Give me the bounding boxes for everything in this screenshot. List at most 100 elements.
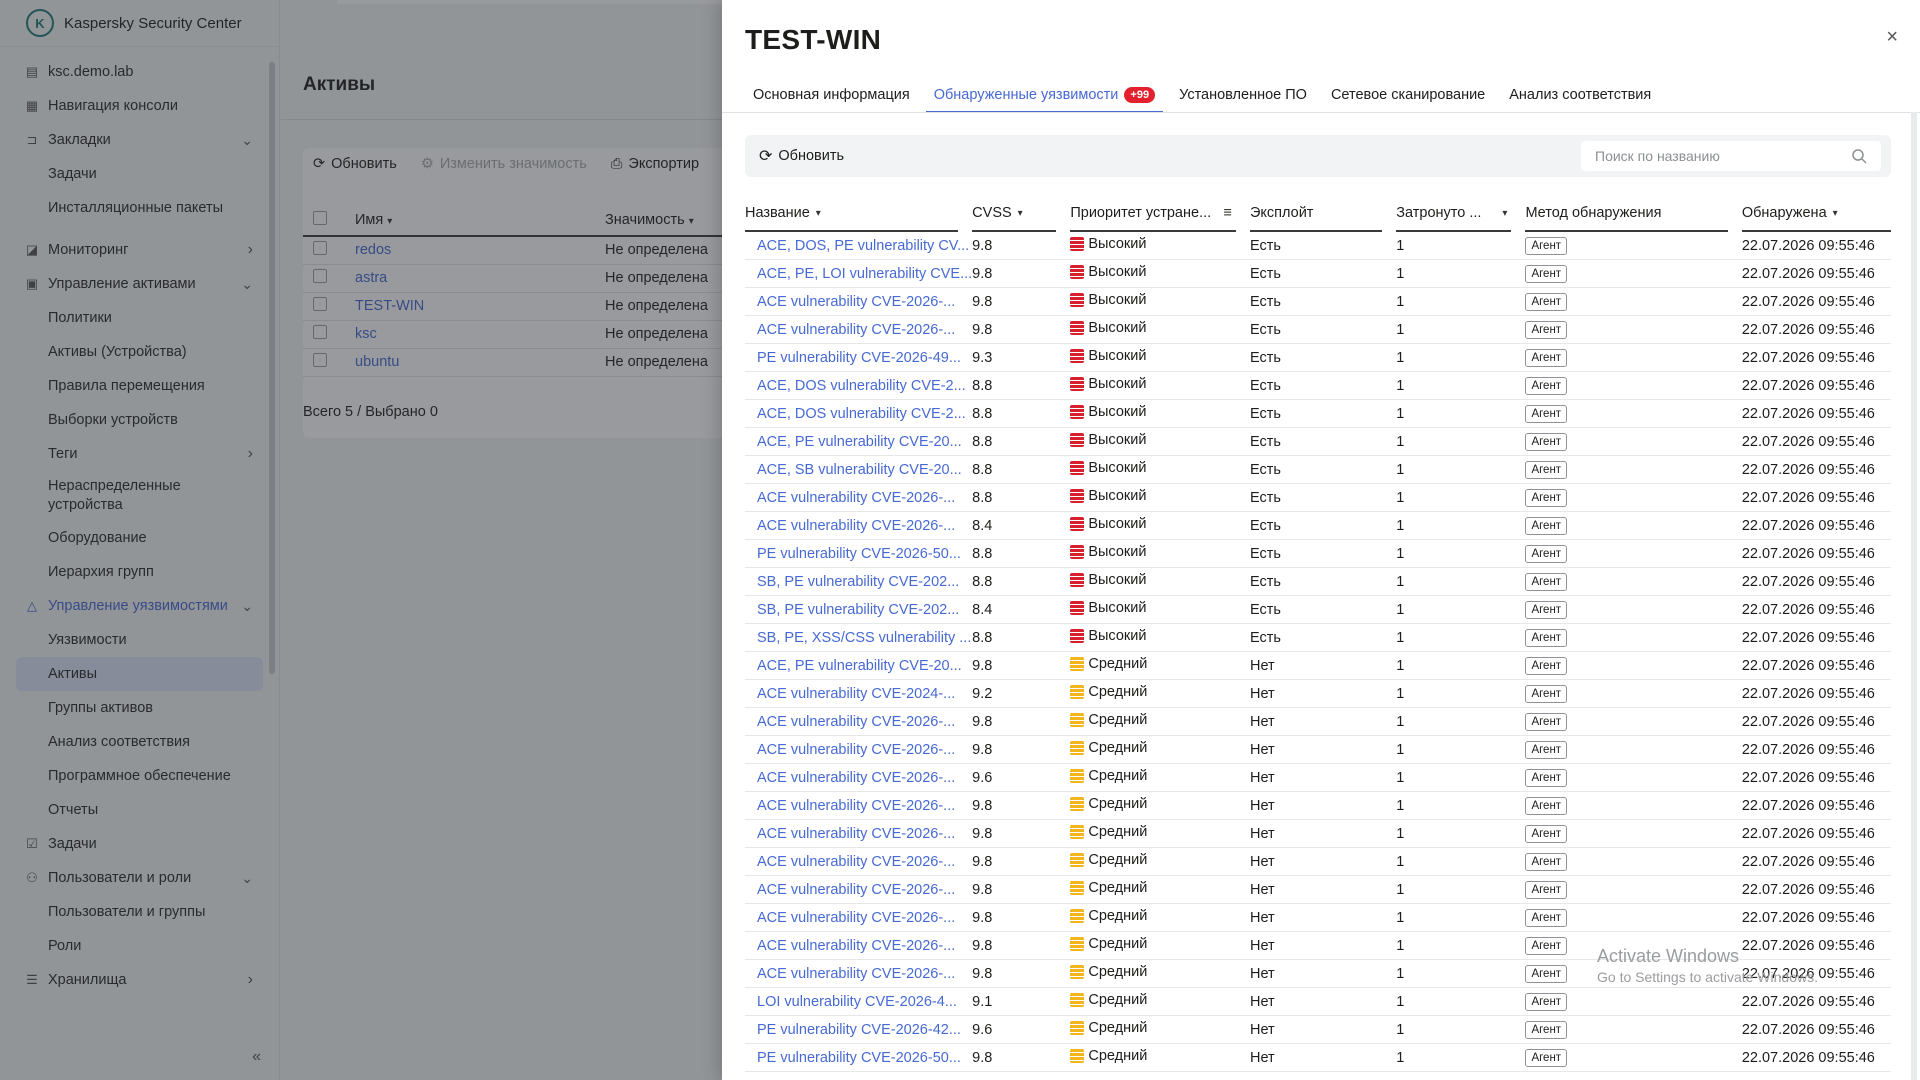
priority-cell: Средний — [1070, 820, 1250, 848]
column-exploit[interactable]: Эксплойт — [1249, 196, 1396, 232]
table-row[interactable]: ACE, PE, LOI vulnerability CVE... 9.8 Высо… — [745, 260, 1891, 288]
column-title[interactable]: Название ▾ — [745, 196, 972, 232]
tab-2[interactable]: Установленное ПО — [1171, 78, 1315, 112]
column-detected[interactable]: Обнаружена ▾ — [1741, 196, 1891, 232]
table-row[interactable]: ACE, PE vulnerability CVE-20... 8.8 Высоки… — [745, 428, 1891, 456]
search-input[interactable] — [1581, 141, 1881, 171]
column-method[interactable]: Метод обнаружения — [1525, 196, 1741, 232]
method-cell: Агент — [1525, 624, 1742, 652]
vulnerability-link[interactable]: ACE, PE vulnerability CVE-20... — [757, 658, 962, 674]
table-row[interactable]: ACE, DOS vulnerability CVE-2... 8.8 Высоки… — [745, 400, 1891, 428]
priority-cell: Высокий — [1070, 624, 1250, 652]
refresh-vulnerabilities-button[interactable]: ⟳ Обновить — [759, 135, 844, 177]
vulnerability-link[interactable]: SB, PE vulnerability CVE-202... — [757, 602, 959, 618]
vulnerability-link[interactable]: PE vulnerability CVE-2026-49... — [757, 350, 961, 366]
table-row[interactable]: SB, PE, XSS/CSS vulnerability ... 8.8 Высо… — [745, 624, 1891, 652]
vulnerability-name-cell: ACE vulnerability CVE-2026-... — [745, 904, 973, 932]
detection-method-tag: Агент — [1525, 712, 1568, 731]
table-row[interactable]: ACE, DOS, PE vulnerability CV... 9.8 Высок… — [745, 232, 1891, 260]
tab-3[interactable]: Сетевое сканирование — [1323, 78, 1493, 112]
vulnerability-count-badge: +99 — [1124, 87, 1156, 103]
table-row[interactable]: ACE vulnerability CVE-2026-... 8.8 Высокий… — [745, 484, 1891, 512]
vulnerability-link[interactable]: ACE vulnerability CVE-2026-... — [757, 322, 955, 338]
priority-cell: Высокий — [1070, 484, 1250, 512]
table-row[interactable]: PE vulnerability CVE-2026-49... 9.3 Высоки… — [745, 344, 1891, 372]
vulnerability-link[interactable]: SB, PE vulnerability CVE-202... — [757, 574, 959, 590]
table-row[interactable]: ACE vulnerability CVE-2026-... 9.8 Высокий… — [745, 316, 1891, 344]
cvss-cell: 9.8 — [972, 652, 1071, 680]
method-cell: Агент — [1525, 876, 1742, 904]
vulnerability-link[interactable]: PE vulnerability CVE-2026-42... — [757, 1022, 961, 1038]
table-row[interactable]: ACE vulnerability CVE-2026-... 9.8 Средний… — [745, 820, 1891, 848]
vulnerability-link[interactable]: ACE, DOS, PE vulnerability CV... — [757, 238, 969, 254]
table-row[interactable]: LOI vulnerability CVE-2026-4... 9.1 Средни… — [745, 988, 1891, 1016]
vulnerability-link[interactable]: ACE, PE vulnerability CVE-20... — [757, 434, 962, 450]
table-row[interactable]: ACE vulnerability CVE-2026-... 9.8 Средний… — [745, 932, 1891, 960]
priority-level-icon — [1070, 937, 1085, 951]
table-row[interactable]: ACE vulnerability CVE-2026-... 9.8 Средний… — [745, 708, 1891, 736]
table-row[interactable]: ACE, DOS vulnerability CVE-2... 8.8 Высоки… — [745, 372, 1891, 400]
table-row[interactable]: ACE vulnerability CVE-2026-... 9.8 Средний… — [745, 960, 1891, 988]
vulnerability-link[interactable]: SB, PE, XSS/CSS vulnerability ... — [757, 630, 971, 646]
vulnerability-link[interactable]: PE vulnerability CVE-2026-50... — [757, 546, 961, 562]
column-priority[interactable]: Приоритет устране... ≡ — [1070, 196, 1250, 232]
detection-method-tag: Агент — [1525, 824, 1568, 843]
tab-1[interactable]: Обнаруженные уязвимости +99 — [925, 78, 1164, 113]
table-row[interactable]: ACE vulnerability CVE-2026-... 9.8 Средний… — [745, 848, 1891, 876]
table-row[interactable]: ACE vulnerability CVE-2026-... 9.8 Средний… — [745, 792, 1891, 820]
table-row[interactable]: ACE vulnerability CVE-2026-... 9.6 Средний… — [745, 764, 1891, 792]
vulnerability-name-cell: PE vulnerability CVE-2026-42... — [745, 1016, 973, 1044]
table-row[interactable]: SB, PE vulnerability CVE-202... 8.4 Высоки… — [745, 596, 1891, 624]
table-row[interactable]: ACE vulnerability CVE-2026-... 9.8 Высокий… — [745, 288, 1891, 316]
priority-label: Средний — [1088, 796, 1148, 812]
vulnerability-link[interactable]: ACE, PE, LOI vulnerability CVE... — [757, 266, 972, 282]
table-row[interactable]: PE vulnerability CVE-2026-50... 9.8 Средни… — [745, 1044, 1891, 1072]
vulnerability-link[interactable]: ACE vulnerability CVE-2024-... — [757, 686, 955, 702]
vulnerability-name-cell: PE vulnerability CVE-2026-49... — [745, 344, 973, 372]
column-affected[interactable]: Затронуто ... ▾ — [1396, 196, 1525, 232]
priority-indicator: Средний — [1070, 740, 1147, 756]
vulnerability-link[interactable]: ACE vulnerability CVE-2026-... — [757, 490, 955, 506]
vulnerability-link[interactable]: ACE vulnerability CVE-2026-... — [757, 882, 955, 898]
vulnerability-link[interactable]: ACE vulnerability CVE-2026-... — [757, 742, 955, 758]
vulnerability-link[interactable]: ACE vulnerability CVE-2026-... — [757, 854, 955, 870]
vulnerability-link[interactable]: ACE, SB vulnerability CVE-20... — [757, 462, 962, 478]
vulnerability-link[interactable]: LOI vulnerability CVE-2026-4... — [757, 994, 957, 1010]
priority-indicator: Высокий — [1070, 600, 1146, 616]
table-row[interactable]: ACE, PE vulnerability CVE-20... 9.8 Средни… — [745, 652, 1891, 680]
table-row[interactable]: ACE vulnerability CVE-2026-... 9.8 Средний… — [745, 904, 1891, 932]
vulnerability-link[interactable]: ACE vulnerability CVE-2026-... — [757, 966, 955, 982]
table-row[interactable]: PE vulnerability CVE-2026-50... 8.8 Высоки… — [745, 540, 1891, 568]
exploit-cell: Есть — [1249, 540, 1397, 568]
table-row[interactable]: SB, PE vulnerability CVE-202... 8.8 Высоки… — [745, 568, 1891, 596]
vulnerability-name-cell: ACE vulnerability CVE-2026-... — [745, 316, 973, 344]
modal-overlay[interactable] — [0, 0, 722, 1080]
vulnerability-link[interactable]: ACE, DOS vulnerability CVE-2... — [757, 378, 966, 394]
drawer-scrollbar[interactable] — [1911, 112, 1917, 1080]
vulnerability-link[interactable]: ACE vulnerability CVE-2026-... — [757, 910, 955, 926]
vulnerability-link[interactable]: ACE, DOS vulnerability CVE-2... — [757, 406, 966, 422]
tab-0[interactable]: Основная информация — [745, 78, 918, 112]
vulnerability-link[interactable]: ACE vulnerability CVE-2026-... — [757, 714, 955, 730]
column-cvss[interactable]: CVSS ▾ — [972, 196, 1070, 232]
vulnerability-link[interactable]: ACE vulnerability CVE-2026-... — [757, 798, 955, 814]
vulnerability-link[interactable]: ACE vulnerability CVE-2026-... — [757, 518, 955, 534]
vulnerability-link[interactable]: PE vulnerability CVE-2026-50... — [757, 1050, 961, 1066]
table-row[interactable]: ACE vulnerability CVE-2026-... 9.8 Средний… — [745, 736, 1891, 764]
vulnerability-link[interactable]: ACE vulnerability CVE-2026-... — [757, 938, 955, 954]
table-row[interactable]: PE vulnerability CVE-2026-42... 9.6 Средни… — [745, 1016, 1891, 1044]
table-row[interactable]: ACE vulnerability CVE-2026-... 9.8 Средний… — [745, 876, 1891, 904]
tabs-divider — [722, 112, 1920, 113]
table-row[interactable]: ACE vulnerability CVE-2024-... 9.2 Средний… — [745, 680, 1891, 708]
vulnerability-link[interactable]: ACE vulnerability CVE-2026-... — [757, 826, 955, 842]
vulnerability-link[interactable]: ACE vulnerability CVE-2026-... — [757, 770, 955, 786]
device-details-drawer: TEST-WIN × Основная информация Обнаруженн… — [722, 0, 1920, 1080]
table-row[interactable]: ACE, SB vulnerability CVE-20... 8.8 Высоки… — [745, 456, 1891, 484]
close-icon[interactable]: × — [1886, 26, 1898, 49]
tab-4[interactable]: Анализ соответствия — [1501, 78, 1659, 112]
detection-method-tag: Агент — [1525, 628, 1568, 647]
vulnerabilities-toolbar: ⟳ Обновить — [745, 135, 1891, 177]
priority-indicator: Высокий — [1070, 348, 1146, 364]
vulnerability-link[interactable]: ACE vulnerability CVE-2026-... — [757, 294, 955, 310]
table-row[interactable]: ACE vulnerability CVE-2026-... 8.4 Высокий… — [745, 512, 1891, 540]
